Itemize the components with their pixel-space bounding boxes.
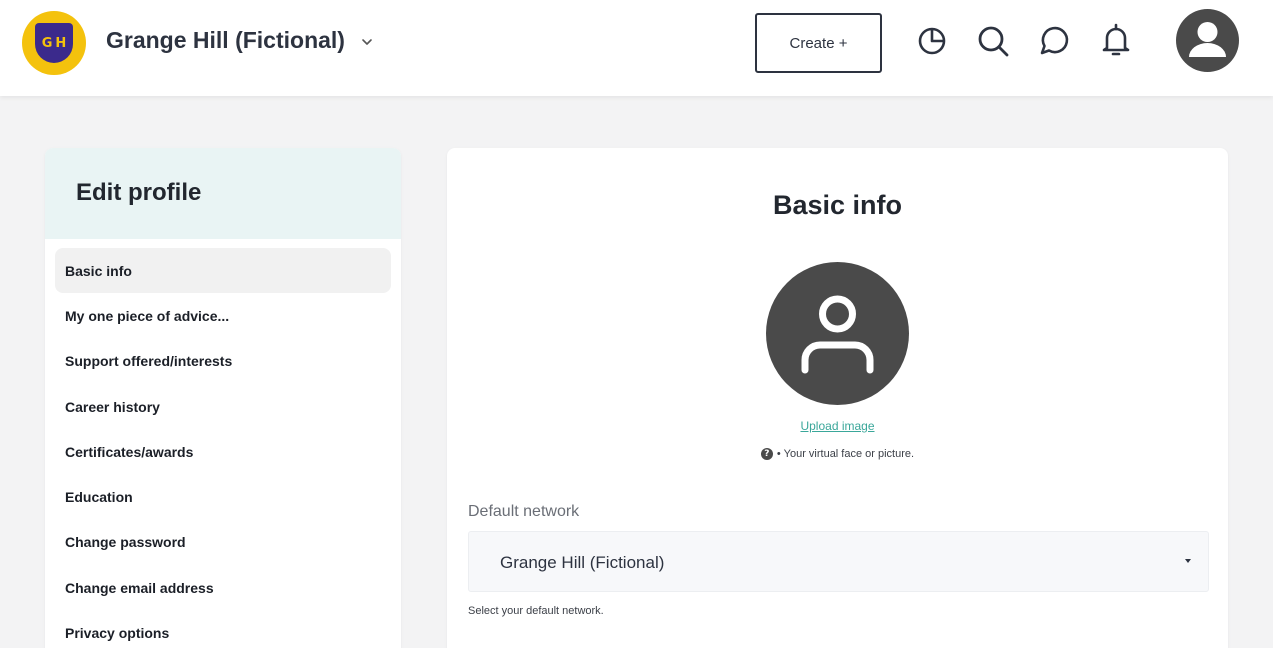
sidebar-item-career-history[interactable]: Career history — [55, 384, 391, 429]
default-network-label: Default network — [468, 503, 580, 520]
create-button[interactable]: Create + — [755, 13, 882, 73]
logo-text: GH — [41, 35, 70, 51]
bell-icon[interactable] — [1098, 22, 1134, 58]
default-network-select[interactable]: Grange Hill (Fictional) — [468, 531, 1209, 592]
sidebar-item-basic-info[interactable]: Basic info — [55, 248, 391, 294]
default-network-value: Grange Hill (Fictional) — [500, 553, 665, 572]
sidebar-item-certificates[interactable]: Certificates/awards — [55, 429, 391, 474]
sidebar-nav: Basic info My one piece of advice... Sup… — [45, 239, 401, 648]
caret-down-icon — [1185, 559, 1191, 563]
sidebar-item-privacy[interactable]: Privacy options — [55, 610, 391, 648]
help-icon[interactable]: ? — [760, 448, 773, 460]
network-switcher[interactable]: Grange Hill (Fictional) — [106, 27, 345, 54]
default-network-hint: Select your default network. — [468, 605, 604, 617]
analytics-icon[interactable] — [914, 22, 950, 58]
sidebar-title: Edit profile — [76, 179, 202, 206]
sidebar-item-change-email[interactable]: Change email address — [55, 565, 391, 610]
chevron-down-icon[interactable] — [360, 35, 374, 49]
sidebar-item-education[interactable]: Education — [55, 474, 391, 519]
search-icon[interactable] — [975, 22, 1011, 58]
sidebar-item-advice[interactable]: My one piece of advice... — [55, 293, 391, 338]
profile-picture[interactable] — [766, 262, 909, 405]
help-text: • Your virtual face or picture. — [776, 448, 915, 460]
user-avatar[interactable] — [1176, 9, 1239, 72]
edit-profile-sidebar: Edit profile Basic info My one piece of … — [45, 148, 401, 648]
upload-image-link[interactable]: Upload image — [447, 419, 1228, 433]
help-line: ? • Your virtual face or picture. — [447, 448, 1228, 460]
page-title: Basic info — [772, 190, 903, 220]
basic-info-panel: Basic info Upload image ? • Your virtual… — [447, 148, 1228, 648]
logo-shield: GH — [35, 23, 73, 63]
sidebar-item-support-interests[interactable]: Support offered/interests — [55, 339, 391, 384]
sidebar-header: Edit profile — [45, 148, 401, 239]
network-logo[interactable]: GH — [22, 11, 86, 75]
top-bar: GH Grange Hill (Fictional) Create + — [0, 0, 1273, 96]
user-silhouette-icon — [1189, 22, 1226, 57]
user-outline-icon — [801, 295, 874, 374]
sidebar-item-change-password[interactable]: Change password — [55, 520, 391, 565]
chat-icon[interactable] — [1036, 22, 1072, 58]
